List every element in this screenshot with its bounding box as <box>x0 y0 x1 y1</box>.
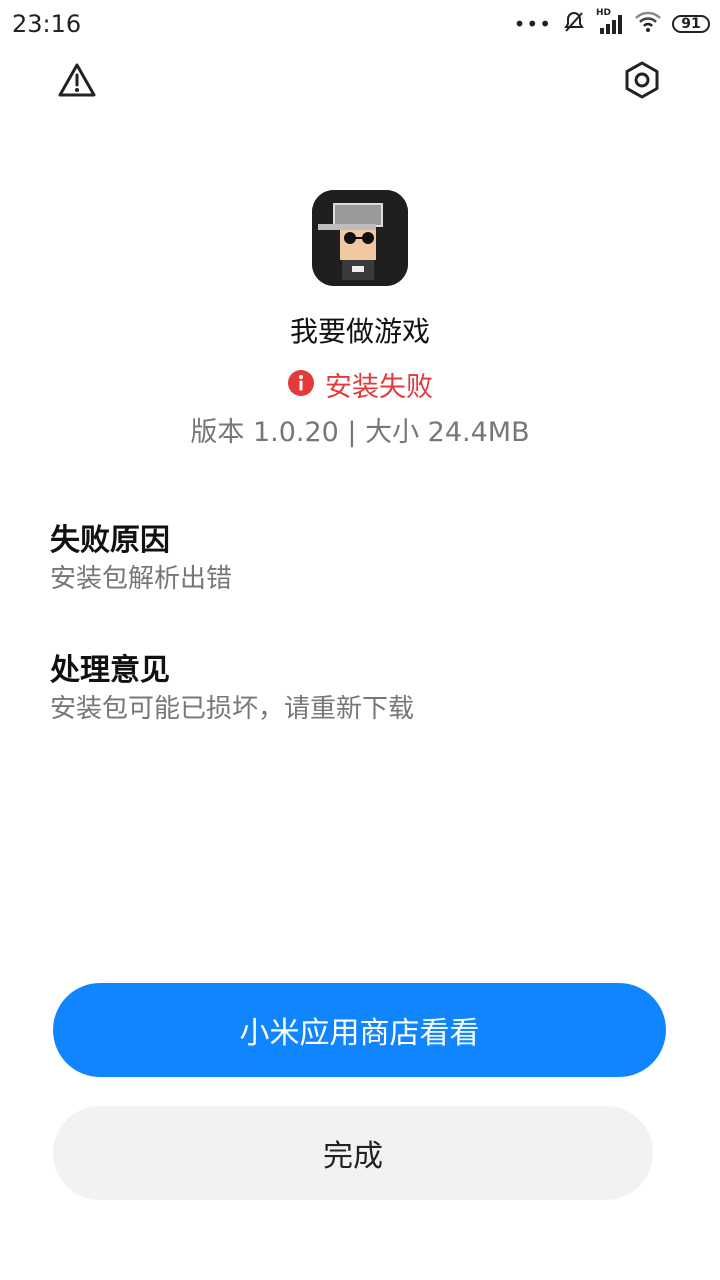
error-icon <box>287 369 315 401</box>
install-status-text: 安装失败 <box>325 372 433 403</box>
status-time: 23:16 <box>12 10 82 38</box>
suggestion-body: 安装包可能已损坏，请重新下载 <box>50 694 415 724</box>
suggestion-title: 处理意见 <box>50 653 170 688</box>
install-status: 安装失败 <box>0 365 720 404</box>
signal-icon: HD <box>596 8 624 36</box>
battery-icon: 91 <box>672 15 710 33</box>
status-bar: 23:16 ••• HD 91 <box>0 0 720 48</box>
done-button[interactable]: 完成 <box>53 1106 653 1200</box>
open-app-store-button[interactable]: 小米应用商店看看 <box>53 983 666 1077</box>
settings-icon[interactable] <box>620 58 664 102</box>
status-icons: ••• HD 91 <box>513 8 710 38</box>
reason-title: 失败原因 <box>50 523 170 558</box>
app-name: 我要做游戏 <box>289 315 430 348</box>
more-dots-icon: ••• <box>513 12 552 36</box>
bell-off-icon <box>562 10 586 38</box>
warning-icon[interactable] <box>55 58 99 102</box>
app-meta: 版本 1.0.20 | 大小 24.4MB <box>190 417 530 448</box>
wifi-icon <box>634 10 662 38</box>
game-app-icon <box>312 190 408 286</box>
reason-body: 安装包解析出错 <box>50 564 233 594</box>
signal-hd-label: HD <box>596 8 612 18</box>
